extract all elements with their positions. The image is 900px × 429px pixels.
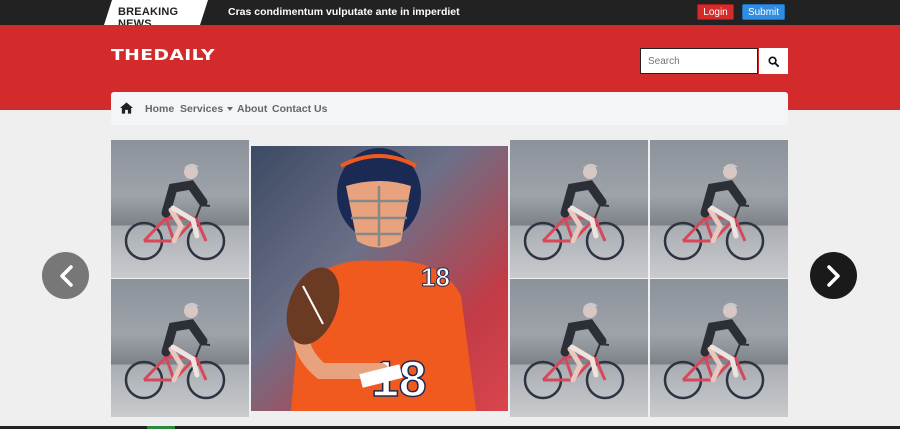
chevron-right-icon [826,264,840,287]
nav-item-services-label: Services [180,103,224,115]
chevron-left-icon [59,264,73,287]
svg-text:18: 18 [421,262,450,292]
carousel-next-button[interactable] [810,252,857,299]
cyclist-photo [510,279,648,417]
search-input[interactable] [640,48,758,74]
nav-item-home[interactable]: Home [145,103,174,115]
gallery-tile-cyclist-3[interactable] [510,140,648,278]
gallery-tile-cyclist-6[interactable] [650,279,788,417]
gallery-tile-cyclist-4[interactable] [650,140,788,278]
carousel-prev-button[interactable] [42,252,89,299]
news-ticker[interactable]: Cras condimentum vulputate ante in imper… [228,6,460,18]
cyclist-photo [510,140,648,278]
main-navbar: Home Services About Contact Us [111,92,788,125]
cyclist-photo [111,140,249,278]
top-bar: BREAKING NEWS Cras condimentum vulputate… [0,0,900,25]
caret-down-icon [227,107,234,112]
breaking-news-label: BREAKING NEWS [104,0,208,25]
submit-button[interactable]: Submit [742,4,785,20]
login-button[interactable]: Login [697,4,734,20]
home-icon[interactable] [120,102,133,114]
gallery-tile-football-player[interactable]: 18 18 [251,146,508,411]
gallery-tile-cyclist-2[interactable] [111,279,249,417]
nav-item-services[interactable]: Services [180,103,234,115]
cyclist-photo [650,140,788,278]
site-logo[interactable]: THEDAILY [111,46,215,64]
gallery-tile-cyclist-1[interactable] [111,140,249,278]
nav-item-about[interactable]: About [237,103,267,115]
search-button[interactable] [759,48,788,74]
football-player-photo: 18 18 [286,148,476,411]
gallery-tile-cyclist-5[interactable] [510,279,648,417]
nav-item-contact[interactable]: Contact Us [272,103,327,115]
cyclist-photo [111,279,249,417]
search-icon [768,55,779,67]
cyclist-photo [650,279,788,417]
